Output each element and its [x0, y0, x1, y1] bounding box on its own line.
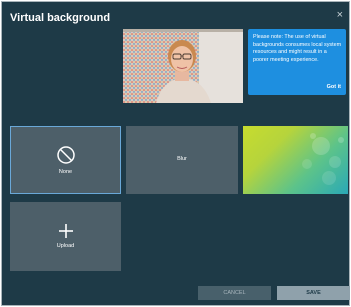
virtual-background-dialog: Virtual background × Please note: The us… — [1, 1, 350, 306]
upload-background-button[interactable]: Upload — [10, 202, 121, 271]
blur-label: Blur — [177, 156, 187, 162]
save-button[interactable]: SAVE — [277, 286, 350, 300]
user-video-preview-image — [123, 29, 243, 103]
background-option-none[interactable]: None — [10, 126, 121, 194]
no-background-icon — [56, 146, 75, 164]
tooltip-text: Please note: The use of virtual backgrou… — [253, 34, 342, 63]
plus-icon — [58, 224, 73, 238]
got-it-button[interactable]: Got it — [327, 84, 341, 90]
background-option-image[interactable] — [243, 126, 348, 194]
background-option-blur[interactable]: Blur — [126, 126, 238, 194]
none-label: None — [58, 169, 73, 175]
upload-label: Upload — [56, 243, 75, 249]
close-icon[interactable]: × — [337, 9, 343, 21]
performance-notice-tooltip: Please note: The use of virtual backgrou… — [248, 29, 346, 95]
gradient-bokeh-image — [302, 133, 344, 185]
dialog-title: Virtual background — [10, 12, 111, 24]
cancel-button[interactable]: CANCEL — [198, 286, 271, 300]
camera-preview — [123, 29, 243, 103]
